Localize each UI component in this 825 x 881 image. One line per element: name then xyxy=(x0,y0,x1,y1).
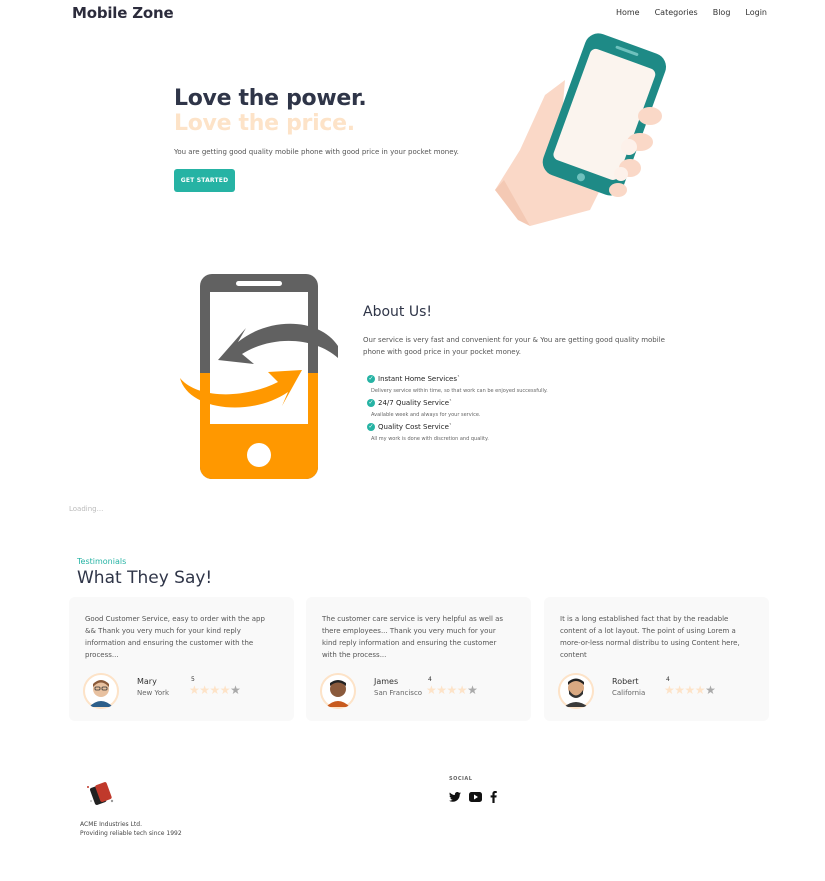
reviewer-name: Robert xyxy=(612,677,639,686)
avatar xyxy=(558,673,594,709)
star-icon: ★ xyxy=(426,683,437,697)
star-icon: ★ xyxy=(189,683,200,697)
star-icon: ★ xyxy=(664,683,675,697)
nav-link-categories[interactable]: Categories xyxy=(655,8,698,17)
company-logo-icon xyxy=(87,782,114,805)
about-title: About Us! xyxy=(363,304,432,320)
testimonial-text: Good Customer Service, easy to order wit… xyxy=(85,615,265,659)
star-icon: ★ xyxy=(209,683,221,697)
rating-value: 5 xyxy=(191,676,195,683)
feature-desc: All my work is done with discretion and … xyxy=(371,436,489,442)
testimonials-label: Testimonials xyxy=(77,557,127,566)
feature-title: Quality Cost Service` xyxy=(378,423,453,431)
about-text: Our service is very fast and convenient … xyxy=(363,336,665,356)
testimonials-title: What They Say! xyxy=(77,568,213,588)
check-circle-icon: ✓ xyxy=(367,399,375,407)
youtube-icon[interactable] xyxy=(469,792,482,802)
reviewer-name: James xyxy=(374,677,399,686)
facebook-icon[interactable] xyxy=(490,791,497,803)
hero-subtitle: You are getting good quality mobile phon… xyxy=(174,148,459,156)
nav-link-login[interactable]: Login xyxy=(745,8,767,17)
star-icon: ★ xyxy=(456,683,468,697)
feature-quality-service: ✓ 24/7 Quality Service` Available week a… xyxy=(367,399,481,418)
rating-value: 4 xyxy=(666,676,670,683)
avatar xyxy=(83,673,119,709)
twitter-icon[interactable] xyxy=(449,792,461,802)
testimonial-text: The customer care service is very helpfu… xyxy=(322,615,504,659)
star-rating: ★★★★★ xyxy=(189,683,241,697)
company-tagline: Providing reliable tech since 1992 xyxy=(80,830,182,837)
reviewer-city: San Francisco xyxy=(374,689,423,697)
star-icon: ★ xyxy=(684,683,696,697)
star-rating: ★★★★★ xyxy=(426,683,478,697)
feature-desc: Delivery service within time, so that wo… xyxy=(371,388,548,394)
star-icon: ★ xyxy=(705,683,716,697)
hand-holding-phone-illustration xyxy=(495,33,667,226)
testimonial-card: Good Customer Service, easy to order wit… xyxy=(69,597,294,721)
hero-title-line2: Love the price. xyxy=(174,111,355,136)
star-icon: ★ xyxy=(674,683,685,697)
reviewer-city: New York xyxy=(137,689,170,697)
reviewer-name: Mary xyxy=(137,677,157,686)
phone-sync-illustration xyxy=(180,274,338,479)
reviewer-city: California xyxy=(612,689,646,697)
feature-instant-home: ✓ Instant Home Services` Delivery servic… xyxy=(367,375,548,394)
social-label: SOCIAL xyxy=(449,776,473,782)
avatar-robert-icon xyxy=(558,673,594,709)
star-icon: ★ xyxy=(219,683,231,697)
star-icon: ★ xyxy=(199,683,210,697)
star-icon: ★ xyxy=(230,683,241,697)
feature-title: 24/7 Quality Service` xyxy=(378,399,453,407)
check-circle-icon: ✓ xyxy=(367,375,375,383)
rating-value: 4 xyxy=(428,676,432,683)
star-icon: ★ xyxy=(467,683,478,697)
avatar xyxy=(320,673,356,709)
company-name: ACME Industries Ltd. xyxy=(80,821,142,828)
star-rating: ★★★★★ xyxy=(664,683,716,697)
testimonial-card: It is a long established fact that by th… xyxy=(544,597,769,721)
nav-link-blog[interactable]: Blog xyxy=(713,8,731,17)
check-circle-icon: ✓ xyxy=(367,423,375,431)
nav-links: Home Categories Blog Login xyxy=(616,8,767,17)
testimonial-text: It is a long established fact that by th… xyxy=(560,615,740,659)
nav-link-home[interactable]: Home xyxy=(616,8,640,17)
star-icon: ★ xyxy=(446,683,458,697)
testimonial-card: The customer care service is very helpfu… xyxy=(306,597,531,721)
star-icon: ★ xyxy=(694,683,706,697)
footer-company-info: ACME Industries Ltd. Providing reliable … xyxy=(80,820,182,838)
brand-logo[interactable]: Mobile Zone xyxy=(72,4,174,22)
feature-title: Instant Home Services` xyxy=(378,375,461,383)
hero-title-line1: Love the power. xyxy=(174,86,367,111)
navbar: Mobile Zone Home Categories Blog Login xyxy=(0,0,825,28)
social-icons xyxy=(449,791,497,803)
feature-quality-cost: ✓ Quality Cost Service` All my work is d… xyxy=(367,423,489,442)
star-icon: ★ xyxy=(436,683,447,697)
avatar-mary-icon xyxy=(83,673,119,709)
feature-desc: Available week and always for your servi… xyxy=(371,412,481,418)
loading-text: Loading... xyxy=(69,505,104,513)
get-started-button[interactable]: GET STARTED xyxy=(174,169,235,192)
avatar-james-icon xyxy=(320,673,356,709)
